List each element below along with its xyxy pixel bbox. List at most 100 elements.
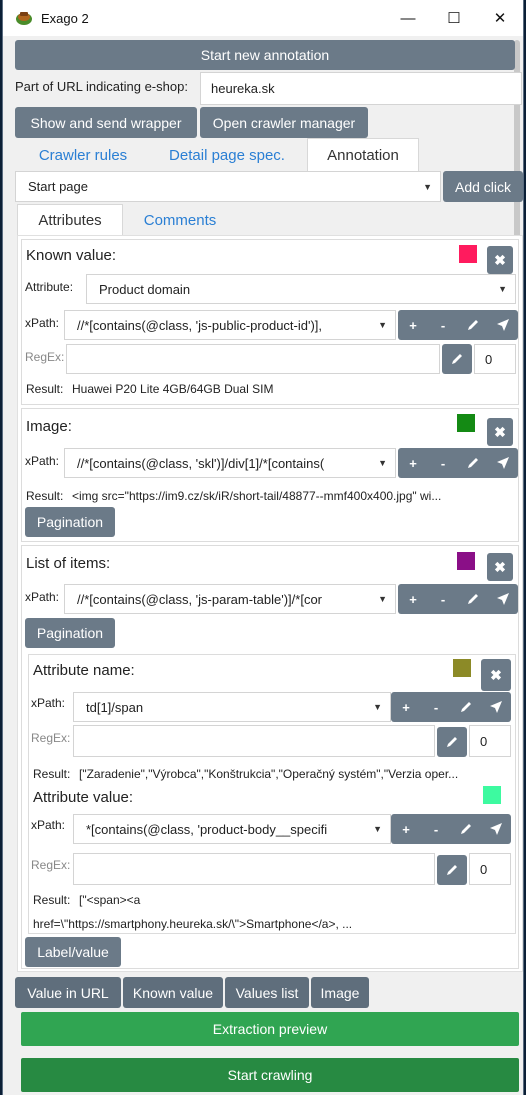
attribute-name-title: Attribute name: [33,662,135,679]
navigate-arrow-icon[interactable] [481,692,511,722]
known-value-color-swatch[interactable] [459,245,477,263]
xpath-value: td[1]/span [86,699,144,715]
regex-group-input[interactable]: 0 [474,344,516,374]
url-field-label: Part of URL indicating e-shop: [15,79,188,94]
pencil-icon[interactable] [458,584,488,614]
image-color-swatch[interactable] [457,414,475,432]
maximize-icon[interactable]: ☐ [431,0,477,36]
regex-label: RegEx: [31,731,71,745]
attribute-value-result-line1: ["<span><a [79,893,141,907]
navigate-arrow-icon[interactable] [488,584,518,614]
minus-icon[interactable]: - [428,584,458,614]
tab-comments[interactable]: Comments [127,204,233,236]
regex-input[interactable] [73,853,435,885]
minus-icon[interactable]: - [421,814,451,844]
tab-annotation[interactable]: Annotation [307,138,419,171]
pencil-icon[interactable] [458,448,488,478]
xpath-select[interactable]: td[1]/span ▼ [73,692,391,722]
minus-icon[interactable]: - [421,692,451,722]
label-value-button[interactable]: Label/value [25,937,121,967]
add-click-button[interactable]: Add click [443,171,523,202]
navigate-arrow-icon[interactable] [488,448,518,478]
attribute-value-result-line2: href=\"https://smartphony.heureka.sk/\">… [33,917,353,931]
xpath-value: *[contains(@class, 'product-body__specif… [86,821,328,837]
chevron-down-icon: ▼ [498,284,507,294]
pencil-icon[interactable] [458,310,488,340]
plus-icon[interactable]: + [398,584,428,614]
xpath-tools: + - [398,448,518,478]
regex-input[interactable] [73,725,435,757]
result-label: Result: [26,382,64,396]
start-new-annotation-button[interactable]: Start new annotation [15,40,515,70]
pencil-icon[interactable] [437,727,467,757]
result-label: Result: [33,893,71,907]
plus-icon[interactable]: + [398,310,428,340]
known-value-panel: Known value: ✖ Attribute: Product domain… [21,239,519,405]
attribute-select[interactable]: Product domain ▼ [86,274,516,304]
pencil-icon[interactable] [442,344,472,374]
image-panel: Image: ✖ xPath: //*[contains(@class, 'sk… [21,408,519,542]
xpath-tools: + - [391,814,511,844]
xpath-label: xPath: [31,818,66,832]
close-icon[interactable]: ✖ [487,418,513,446]
pencil-icon[interactable] [451,692,481,722]
url-input[interactable]: heureka.sk [200,72,522,105]
plus-icon[interactable]: + [391,814,421,844]
xpath-select[interactable]: //*[contains(@class, 'js-public-product-… [64,310,396,340]
list-of-items-title: List of items: [26,555,111,572]
xpath-value: //*[contains(@class, 'js-param-table')]/… [77,591,323,607]
list-of-items-color-swatch[interactable] [457,552,475,570]
xpath-select[interactable]: *[contains(@class, 'product-body__specif… [73,814,391,844]
attribute-label: Attribute: [25,280,74,294]
regex-group-input[interactable]: 0 [469,725,511,757]
show-send-wrapper-button[interactable]: Show and send wrapper [15,107,197,138]
xpath-label: xPath: [31,696,66,710]
window-title: Exago 2 [41,10,89,26]
close-icon[interactable]: ✖ [487,246,513,274]
regex-group-input[interactable]: 0 [469,853,511,885]
xpath-value: //*[contains(@class, 'skl')]/div[1]/*[co… [77,455,325,471]
minimize-icon[interactable]: — [385,0,431,36]
navigate-arrow-icon[interactable] [488,310,518,340]
pencil-icon[interactable] [437,855,467,885]
close-icon[interactable]: ✖ [487,553,513,581]
start-crawling-button[interactable]: Start crawling [21,1058,519,1092]
image-button[interactable]: Image [311,977,369,1008]
xpath-label: xPath: [25,590,60,604]
list-of-items-panel: List of items: ✖ xPath: //*[contains(@cl… [21,545,519,969]
pagination-button[interactable]: Pagination [25,507,115,537]
attribute-value-color-swatch[interactable] [483,786,501,804]
extraction-preview-button[interactable]: Extraction preview [21,1012,519,1046]
xpath-select[interactable]: //*[contains(@class, 'js-param-table')]/… [64,584,396,614]
minus-icon[interactable]: - [428,448,458,478]
values-list-button[interactable]: Values list [225,977,309,1008]
chevron-down-icon: ▼ [378,458,387,468]
tab-attributes[interactable]: Attributes [17,204,123,236]
xpath-value: //*[contains(@class, 'js-public-product-… [77,317,323,333]
xpath-tools: + - [398,310,518,340]
pagination-button[interactable]: Pagination [25,618,115,648]
page-select[interactable]: Start page ▼ [15,171,441,202]
xpath-tools: + - [398,584,518,614]
navigate-arrow-icon[interactable] [481,814,511,844]
open-crawler-manager-button[interactable]: Open crawler manager [200,107,368,138]
close-icon[interactable]: ✖ [481,659,511,691]
close-window-icon[interactable]: ✕ [477,0,523,36]
minus-icon[interactable]: - [428,310,458,340]
plus-icon[interactable]: + [398,448,428,478]
known-value-title: Known value: [26,247,117,264]
value-in-url-button[interactable]: Value in URL [15,977,121,1008]
tab-crawler-rules[interactable]: Crawler rules [23,140,143,170]
attribute-value-title: Attribute value: [33,789,134,806]
known-value-button[interactable]: Known value [123,977,223,1008]
xpath-tools: + - [391,692,511,722]
chevron-down-icon: ▼ [378,320,387,330]
pencil-icon[interactable] [451,814,481,844]
plus-icon[interactable]: + [391,692,421,722]
regex-input[interactable] [66,344,440,374]
tab-detail-page-spec[interactable]: Detail page spec. [151,140,303,170]
chevron-down-icon: ▼ [373,702,382,712]
attribute-name-color-swatch[interactable] [453,659,471,677]
app-logo-icon [16,12,32,25]
xpath-select[interactable]: //*[contains(@class, 'skl')]/div[1]/*[co… [64,448,396,478]
